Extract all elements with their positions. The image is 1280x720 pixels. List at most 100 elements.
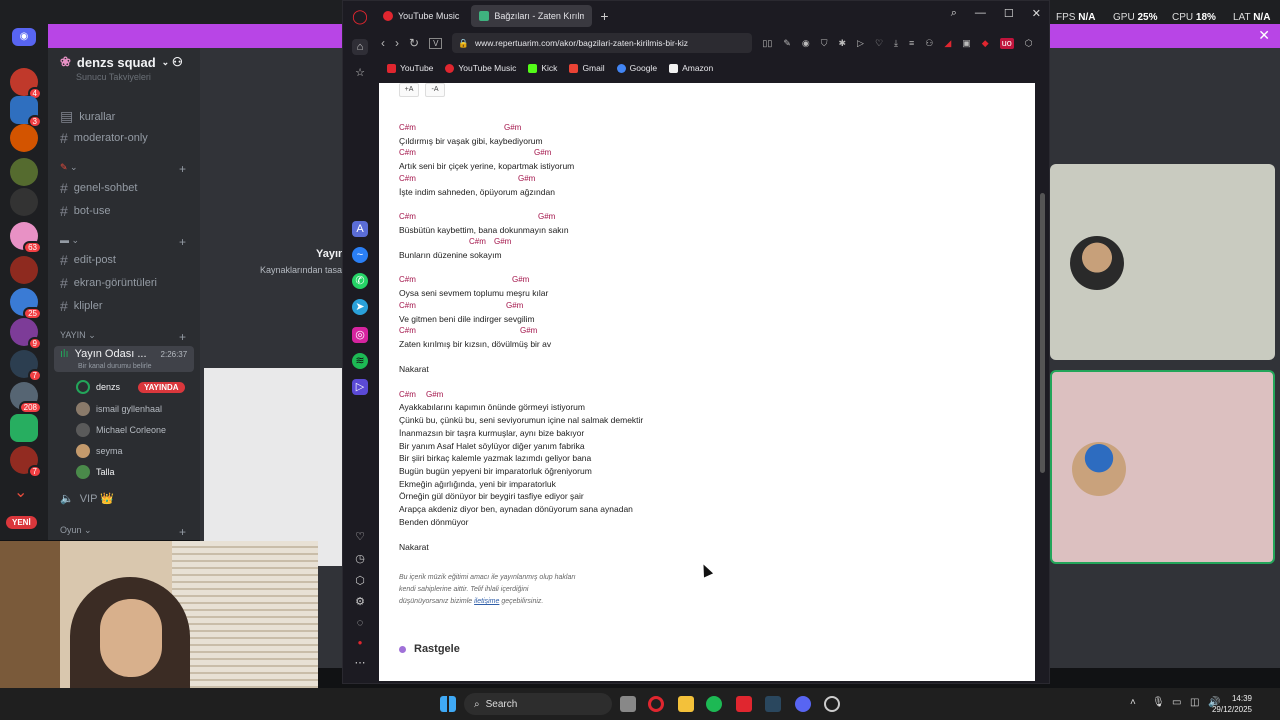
chord-label[interactable]: C#m [399,174,416,183]
chord-label[interactable]: C#m [399,301,416,310]
server-icon[interactable]: 25 [10,288,42,320]
voice-channel-yayin-odasi[interactable]: ılı Yayın Odası ... 2:26:37 [60,348,187,360]
instagram-icon[interactable]: ◎ [352,327,368,343]
font-decrease-button[interactable]: -A [425,83,445,97]
shield-icon[interactable]: ⛉ [821,38,828,49]
extension-cube-icon[interactable]: ⬡ [1025,38,1033,49]
spotify-taskbar-icon[interactable] [706,696,722,712]
task-view-icon[interactable] [620,696,636,712]
server-icon[interactable] [10,158,38,186]
reader-icon[interactable]: ▯▯ [762,38,772,49]
server-icon[interactable] [10,124,38,152]
voice-member[interactable]: Michael Corleone [76,423,166,437]
bookmark-gmail[interactable]: Gmail [569,59,605,77]
spotify-icon[interactable]: ≋ [352,353,368,369]
channel-kurallar[interactable]: ▤ kurallar [60,108,115,125]
tab-youtube-music[interactable]: YouTube Music [375,5,467,27]
voice-member[interactable]: seyma [76,444,123,458]
server-icon[interactable]: 63 [10,222,42,254]
tab-active-song[interactable]: Bağzıları - Zaten Kırılmış B [471,5,593,27]
server-icon[interactable]: ⌄ [14,482,27,502]
camera-icon[interactable]: ◉ [802,38,810,49]
discord-taskbar-icon[interactable] [795,696,811,712]
chord-label[interactable]: C#m [399,148,416,157]
add-channel-icon[interactable]: + [179,330,186,344]
cube-icon[interactable]: ⬡ [352,573,368,589]
chord-label[interactable]: G#m [518,174,535,183]
font-increase-button[interactable]: +A [399,83,419,97]
system-clock[interactable]: 14:39 29/12/2025 [1212,693,1252,715]
server-icon[interactable] [10,256,38,284]
profile-icon[interactable]: ⚇ [925,38,933,49]
chord-label[interactable]: C#m [399,123,416,132]
forward-icon[interactable]: › [395,36,399,50]
settings-gear-icon[interactable]: ⚙ [352,594,368,610]
chord-label[interactable]: G#m [512,275,529,284]
channel-ekran-goruntuleri[interactable]: # ekran-görüntüleri [60,275,157,291]
extension-red-icon[interactable]: ◢ [944,38,951,49]
chord-label[interactable]: G#m [538,212,555,221]
add-member-icon[interactable]: ⚇ [172,55,183,69]
chord-label[interactable]: G#m [504,123,521,132]
messenger-icon[interactable]: ~ [352,247,368,263]
add-channel-icon[interactable]: + [179,525,186,539]
file-explorer-icon[interactable] [678,696,694,712]
server-icon[interactable]: 208 [10,382,42,414]
scrollbar-thumb[interactable] [1040,193,1045,473]
bookmark-amazon[interactable]: Amazon [669,59,713,77]
category-oyun[interactable]: Oyun ⌄ [60,525,92,536]
home-icon[interactable]: ⌂ [352,39,368,55]
extension-pin-icon[interactable]: ◆ [982,38,989,49]
microphone-icon[interactable]: 🎙 [1152,697,1165,708]
more-icon[interactable]: ⋯ [352,655,368,671]
play-icon[interactable]: ▷ [857,38,864,49]
taskbar-search[interactable]: ⌕ Search [464,693,612,715]
channel-moderator-only[interactable]: # moderator-only [60,130,148,146]
chord-label[interactable]: G#m [506,301,523,310]
server-icon[interactable] [10,188,38,216]
channel-genel-sohbet[interactable]: # genel-sohbet [60,180,137,196]
opera-taskbar-icon[interactable] [648,696,664,712]
participant-tile-speaking[interactable] [1050,370,1275,564]
windows-start-icon[interactable] [440,696,456,712]
close-notice-icon[interactable]: ✕ [1258,27,1270,44]
vpn-icon[interactable]: V [429,37,443,49]
participant-tile[interactable] [1050,164,1275,360]
voice-status[interactable]: Bir kanal durumu belirle [78,363,152,370]
server-icon[interactable]: 9 [10,318,42,350]
star-icon[interactable]: ☆ [352,65,368,81]
channel-truncated[interactable]: Sunucu Takviyeleri [76,72,151,82]
network-icon[interactable]: ◫ [1190,697,1199,708]
telegram-icon[interactable]: ➤ [352,299,368,315]
player-icon[interactable]: ▷ [352,379,368,395]
download-icon[interactable]: ⤓ [894,38,898,49]
extension-ublock-icon[interactable]: uo [999,37,1014,49]
chord-label[interactable]: C#m [399,326,416,335]
voice-member[interactable]: ismail gyllenhaal [76,402,162,416]
history-icon[interactable]: ◷ [352,551,368,567]
minimize-icon[interactable]: — [975,7,986,20]
add-channel-icon[interactable]: + [179,235,186,249]
chord-label[interactable]: C#m [469,237,486,246]
bookmark-google[interactable]: Google [616,59,657,77]
menu-icon[interactable]: ≡ [909,38,914,49]
bookmark-youtube[interactable]: YouTube [387,59,433,77]
maximize-icon[interactable]: ☐ [1004,7,1014,20]
aria-icon[interactable]: A [352,221,368,237]
search-tabs-icon[interactable]: ⌕ [951,7,957,20]
ublock-icon[interactable]: ● [352,635,368,651]
close-icon[interactable]: ✕ [1032,7,1041,20]
add-channel-icon[interactable]: + [179,162,186,176]
heart-icon[interactable]: ♡ [875,38,883,49]
opera-gx-icon[interactable] [736,696,752,712]
server-icon[interactable]: 3 [10,96,42,128]
server-icon[interactable]: 7 [10,446,42,478]
category-header[interactable]: ✎ ⌄ [60,162,78,173]
voice-member[interactable]: denzs YAYINDA [76,380,185,394]
whatsapp-icon[interactable]: ✆ [352,273,368,289]
extension-cat-icon[interactable]: ▣ [962,38,971,49]
extensions-icon[interactable]: ✱ [838,38,846,49]
chord-label[interactable]: G#m [426,390,443,399]
bookmark-kick[interactable]: Kick [528,59,557,77]
url-field[interactable]: 🔒 www.repertuarim.com/akor/bagzilari-zat… [452,33,753,53]
